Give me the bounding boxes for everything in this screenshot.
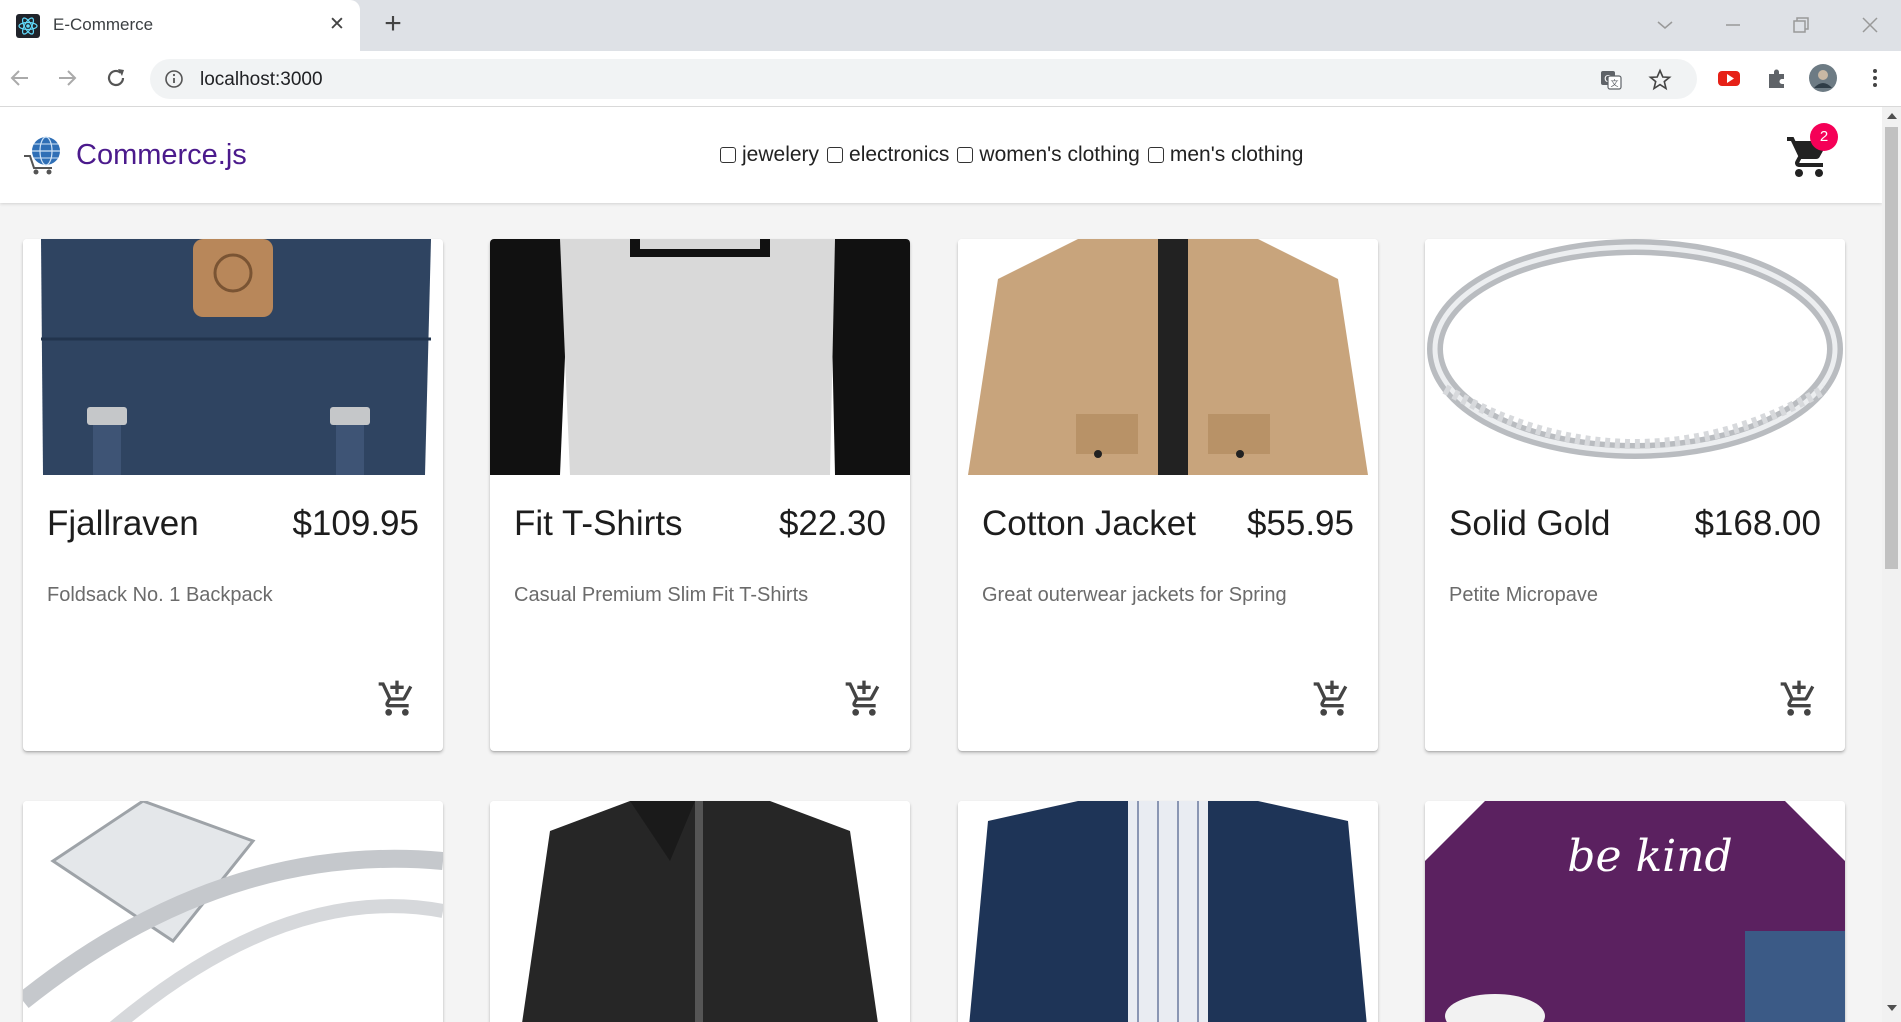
address-bar[interactable]: localhost:3000 G 文 bbox=[150, 59, 1697, 99]
product-image-text: be kind bbox=[1567, 831, 1732, 882]
product-card bbox=[490, 801, 910, 1022]
restore-icon[interactable] bbox=[1786, 10, 1816, 40]
filter-womens-clothing[interactable]: women's clothing bbox=[957, 143, 1140, 167]
product-title: Fit T-Shirts bbox=[514, 504, 683, 543]
tab-title: E-Commerce bbox=[53, 15, 154, 34]
product-title: Cotton Jacket bbox=[982, 504, 1196, 543]
svg-text:文: 文 bbox=[1611, 78, 1619, 88]
cart-count-badge: 2 bbox=[1810, 123, 1838, 151]
scrollbar-thumb[interactable] bbox=[1885, 127, 1898, 569]
translate-icon[interactable]: G 文 bbox=[1599, 68, 1623, 92]
product-image bbox=[490, 239, 910, 475]
browser-tab[interactable]: E-Commerce ✕ bbox=[0, 0, 360, 51]
scroll-up-arrow-icon[interactable] bbox=[1887, 113, 1897, 119]
filter-label: jewelery bbox=[742, 143, 820, 166]
profile-avatar-icon[interactable] bbox=[1808, 63, 1838, 93]
react-icon bbox=[16, 14, 40, 38]
product-description: Foldsack No. 1 Backpack bbox=[47, 584, 273, 606]
forward-icon[interactable] bbox=[52, 63, 82, 93]
extensions-puzzle-icon[interactable] bbox=[1762, 63, 1792, 93]
url-text: localhost:3000 bbox=[200, 69, 323, 90]
product-card: be kind bbox=[1425, 801, 1845, 1022]
product-image bbox=[490, 801, 910, 1022]
bookmark-star-icon[interactable] bbox=[1648, 68, 1672, 92]
product-card: Solid Gold $168.00 Petite Micropave bbox=[1425, 239, 1845, 751]
globe-cart-logo-icon bbox=[24, 136, 60, 175]
youtube-extension-icon[interactable] bbox=[1714, 63, 1744, 93]
product-description: Casual Premium Slim Fit T-Shirts bbox=[514, 584, 809, 606]
reload-icon[interactable] bbox=[101, 63, 131, 93]
add-to-cart-icon[interactable] bbox=[1779, 679, 1819, 719]
product-title: Solid Gold bbox=[1449, 504, 1611, 543]
product-price: $168.00 bbox=[1694, 504, 1821, 543]
mens-clothing-checkbox[interactable] bbox=[1147, 147, 1164, 163]
product-card bbox=[958, 801, 1378, 1022]
page-viewport: Commerce.js jewelery electronics women's… bbox=[0, 107, 1882, 1022]
add-to-cart-icon[interactable] bbox=[377, 679, 417, 719]
filter-electronics[interactable]: electronics bbox=[827, 143, 949, 167]
product-card: Cotton Jacket $55.95 Great outerwear jac… bbox=[958, 239, 1378, 751]
filter-label: women's clothing bbox=[979, 143, 1140, 166]
add-to-cart-icon[interactable] bbox=[1312, 679, 1352, 719]
electronics-checkbox[interactable] bbox=[827, 147, 844, 163]
category-filters: jewelery electronics women's clothing me… bbox=[720, 143, 1311, 167]
product-card: Fit T-Shirts $22.30 Casual Premium Slim … bbox=[490, 239, 910, 751]
filter-label: men's clothing bbox=[1169, 143, 1304, 166]
product-image bbox=[23, 801, 443, 1022]
browser-toolbar: localhost:3000 G 文 bbox=[0, 51, 1901, 107]
brand-name: Commerce.js bbox=[76, 138, 247, 171]
womens-clothing-checkbox[interactable] bbox=[957, 147, 974, 163]
site-info-icon[interactable] bbox=[164, 69, 184, 89]
close-window-icon[interactable] bbox=[1855, 10, 1885, 40]
new-tab-button[interactable]: + bbox=[378, 9, 408, 40]
brand-link[interactable]: Commerce.js bbox=[22, 131, 247, 179]
product-price: $55.95 bbox=[1246, 504, 1354, 543]
tab-search-icon[interactable] bbox=[1650, 10, 1680, 40]
browser-menu-icon[interactable] bbox=[1860, 63, 1890, 93]
back-icon[interactable] bbox=[5, 63, 35, 93]
minimize-icon[interactable] bbox=[1718, 10, 1748, 40]
product-card bbox=[23, 801, 443, 1022]
close-tab-icon[interactable]: ✕ bbox=[324, 12, 350, 38]
product-image: be kind bbox=[1425, 801, 1845, 1022]
filter-label: electronics bbox=[849, 143, 950, 166]
product-price: $22.30 bbox=[778, 504, 886, 543]
product-card: Fjallraven $109.95 Foldsack No. 1 Backpa… bbox=[23, 239, 443, 751]
app-bar: Commerce.js jewelery electronics women's… bbox=[0, 107, 1882, 203]
product-description: Great outerwear jackets for Spring bbox=[982, 584, 1287, 606]
product-image bbox=[958, 801, 1378, 1022]
product-image bbox=[23, 239, 443, 475]
scroll-down-arrow-icon[interactable] bbox=[1887, 1005, 1897, 1011]
product-price: $109.95 bbox=[292, 504, 419, 543]
filter-jewelery[interactable]: jewelery bbox=[720, 143, 819, 167]
filter-mens-clothing[interactable]: men's clothing bbox=[1147, 143, 1304, 167]
add-to-cart-icon[interactable] bbox=[844, 679, 884, 719]
jewelery-checkbox[interactable] bbox=[720, 147, 736, 163]
page-scrollbar[interactable] bbox=[1882, 107, 1901, 1022]
product-image bbox=[1425, 239, 1845, 475]
product-image bbox=[958, 239, 1378, 475]
product-title: Fjallraven bbox=[47, 504, 199, 543]
browser-tab-strip: E-Commerce ✕ + bbox=[0, 0, 1901, 51]
product-description: Petite Micropave bbox=[1449, 584, 1598, 606]
